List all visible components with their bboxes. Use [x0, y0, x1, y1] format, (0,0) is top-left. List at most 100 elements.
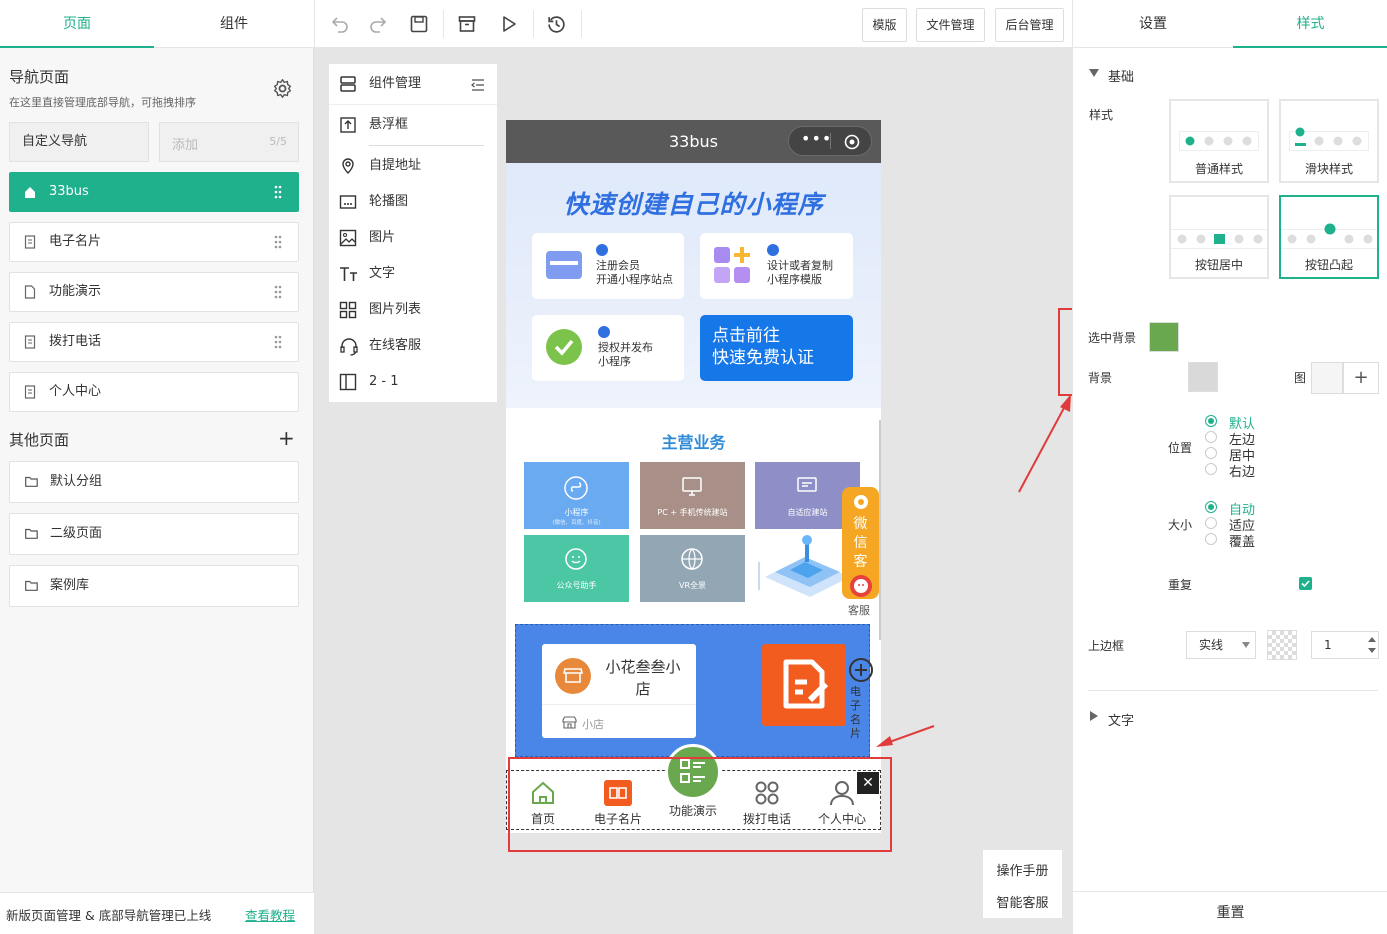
file-manager-button[interactable]: 文件管理	[916, 8, 985, 42]
repeat-checkbox[interactable]	[1299, 577, 1312, 590]
custom-nav-button[interactable]: 自定义导航	[9, 122, 149, 162]
layers-icon	[340, 76, 356, 92]
group-default[interactable]: 默认分组	[9, 461, 299, 503]
group-label: 二级页面	[50, 526, 103, 541]
component-carousel[interactable]: 轮播图	[329, 184, 497, 220]
save-icon[interactable]	[409, 14, 429, 34]
gear-icon[interactable]	[272, 78, 293, 99]
document-icon	[24, 385, 36, 399]
card-text: 授权并发布 小程序	[598, 341, 653, 369]
position-radio-left[interactable]	[1205, 431, 1217, 443]
section-text[interactable]: 文字	[1108, 710, 1134, 729]
history-icon[interactable]	[546, 14, 567, 35]
group-cases[interactable]: 案例库	[9, 565, 299, 607]
undo-icon[interactable]	[330, 14, 350, 34]
bg-color-swatch[interactable]	[1188, 362, 1218, 392]
component-pickup-address[interactable]: 自提地址	[329, 148, 497, 184]
scrollbar[interactable]	[879, 420, 881, 640]
nav-item-ecard[interactable]: 电子名片	[9, 222, 299, 262]
reset-button[interactable]: 重置	[1073, 891, 1387, 934]
component-online-service[interactable]: 在线客服	[329, 328, 497, 364]
collapse-menu-icon[interactable]	[471, 79, 485, 91]
tile-miniprogram[interactable]: 小程序 (微信、百度、抖音)	[524, 462, 629, 529]
float-service-button[interactable]: 微 信 客	[842, 487, 879, 599]
raised-preview	[1287, 223, 1373, 244]
other-pages-title: 其他页面	[9, 431, 70, 449]
more-dots-icon[interactable]: •••	[801, 129, 832, 148]
tutorial-link[interactable]: 查看教程	[245, 905, 295, 924]
banner-card-design: 设计或者复制 小程序模版	[700, 233, 853, 299]
text-icon	[340, 267, 357, 281]
tab-settings[interactable]: 设置	[1073, 0, 1233, 48]
size-radio-auto[interactable]	[1205, 501, 1217, 513]
nav-count: 5/5	[269, 135, 287, 148]
admin-button[interactable]: 后台管理	[995, 8, 1064, 42]
component-image[interactable]: 图片	[329, 220, 497, 256]
drag-handle-icon[interactable]	[274, 335, 282, 349]
tab-pages[interactable]: 页面	[0, 0, 154, 48]
headset-icon	[340, 338, 358, 356]
border-width-input[interactable]: 1	[1311, 631, 1379, 659]
position-radio-default[interactable]	[1205, 415, 1217, 427]
position-radio-center[interactable]	[1205, 447, 1217, 459]
caret-down-icon[interactable]	[1089, 69, 1099, 77]
selected-bg-color-swatch[interactable]	[1149, 322, 1179, 352]
add-circle-icon[interactable]	[848, 657, 874, 683]
component-label: 自提地址	[369, 158, 422, 173]
position-option[interactable]: 右边	[1229, 461, 1255, 480]
style-option-slider[interactable]: 滑块样式	[1279, 99, 1379, 183]
add-nav-input[interactable]: 添加 5/5	[159, 122, 299, 162]
preview-play-icon[interactable]	[499, 14, 519, 34]
close-miniprogram-icon[interactable]	[844, 134, 860, 150]
shop-tag: 小店	[582, 718, 604, 731]
size-option[interactable]: 覆盖	[1229, 531, 1255, 550]
component-float-box[interactable]: 悬浮框	[329, 107, 497, 143]
section-basic[interactable]: 基础	[1108, 66, 1134, 85]
ecard-block[interactable]: 小花叁叁小店 小店 电子 名片	[515, 624, 873, 757]
redo-icon[interactable]	[368, 14, 388, 34]
nav-item-33bus[interactable]: 33bus	[9, 172, 299, 212]
toolbar-divider	[533, 10, 534, 38]
image-thumb[interactable]	[1311, 362, 1343, 394]
tile-official-account[interactable]: 公众号助手	[524, 535, 629, 602]
nav-item-profile[interactable]: 个人中心	[9, 372, 299, 412]
banner-cta[interactable]: 点击前往 快速免费认证	[700, 315, 853, 381]
tab-components[interactable]: 组件	[154, 0, 314, 48]
drag-handle-icon[interactable]	[274, 185, 282, 199]
capsule-menu[interactable]: •••	[788, 126, 872, 156]
center-preview	[1177, 234, 1263, 244]
caret-right-icon[interactable]	[1090, 711, 1098, 721]
style-option-raised[interactable]: 按钮凸起	[1279, 195, 1379, 279]
tile-vr[interactable]: VR全景	[640, 535, 745, 602]
notice-text: 新版页面管理 & 底部导航管理已上线	[6, 908, 212, 923]
drag-handle-icon[interactable]	[274, 285, 282, 299]
shop-card[interactable]: 小花叁叁小店 小店	[542, 644, 696, 738]
manual-link[interactable]: 操作手册	[983, 860, 1062, 879]
size-radio-fit[interactable]	[1205, 517, 1217, 529]
add-page-icon[interactable]: +	[278, 428, 295, 448]
selected-bg-label: 选中背景	[1088, 331, 1137, 345]
border-style-select[interactable]: 实线	[1186, 631, 1256, 659]
position-radio-right[interactable]	[1205, 463, 1217, 475]
archive-icon[interactable]	[457, 14, 477, 34]
style-option-normal[interactable]: 普通样式	[1169, 99, 1269, 183]
component-text[interactable]: 文字	[329, 256, 497, 292]
add-image-button[interactable]: +	[1343, 362, 1379, 394]
border-color-swatch[interactable]	[1267, 630, 1297, 660]
smart-service-link[interactable]: 智能客服	[983, 892, 1062, 911]
component-image-list[interactable]: 图片列表	[329, 292, 497, 328]
size-radio-cover[interactable]	[1205, 533, 1217, 545]
toolbar-divider	[443, 10, 444, 38]
banner[interactable]: 快速创建自己的小程序 注册会员 开通小程序站点 设计或者复制 小程序模版 授权并发布…	[506, 163, 881, 408]
template-button[interactable]: 模版	[862, 8, 907, 42]
nav-item-call[interactable]: 拨打电话	[9, 322, 299, 362]
style-option-center[interactable]: 按钮居中	[1169, 195, 1269, 279]
stepper-icon[interactable]	[1368, 636, 1376, 654]
component-2-1[interactable]: 2 - 1	[329, 364, 497, 400]
tile-website[interactable]: PC + 手机传统建站	[640, 462, 745, 529]
style-option-label: 按钮凸起	[1304, 258, 1353, 272]
tab-style[interactable]: 样式	[1233, 0, 1387, 48]
group-secondary[interactable]: 二级页面	[9, 513, 299, 555]
drag-handle-icon[interactable]	[274, 235, 282, 249]
nav-item-demo[interactable]: 功能演示	[9, 272, 299, 312]
